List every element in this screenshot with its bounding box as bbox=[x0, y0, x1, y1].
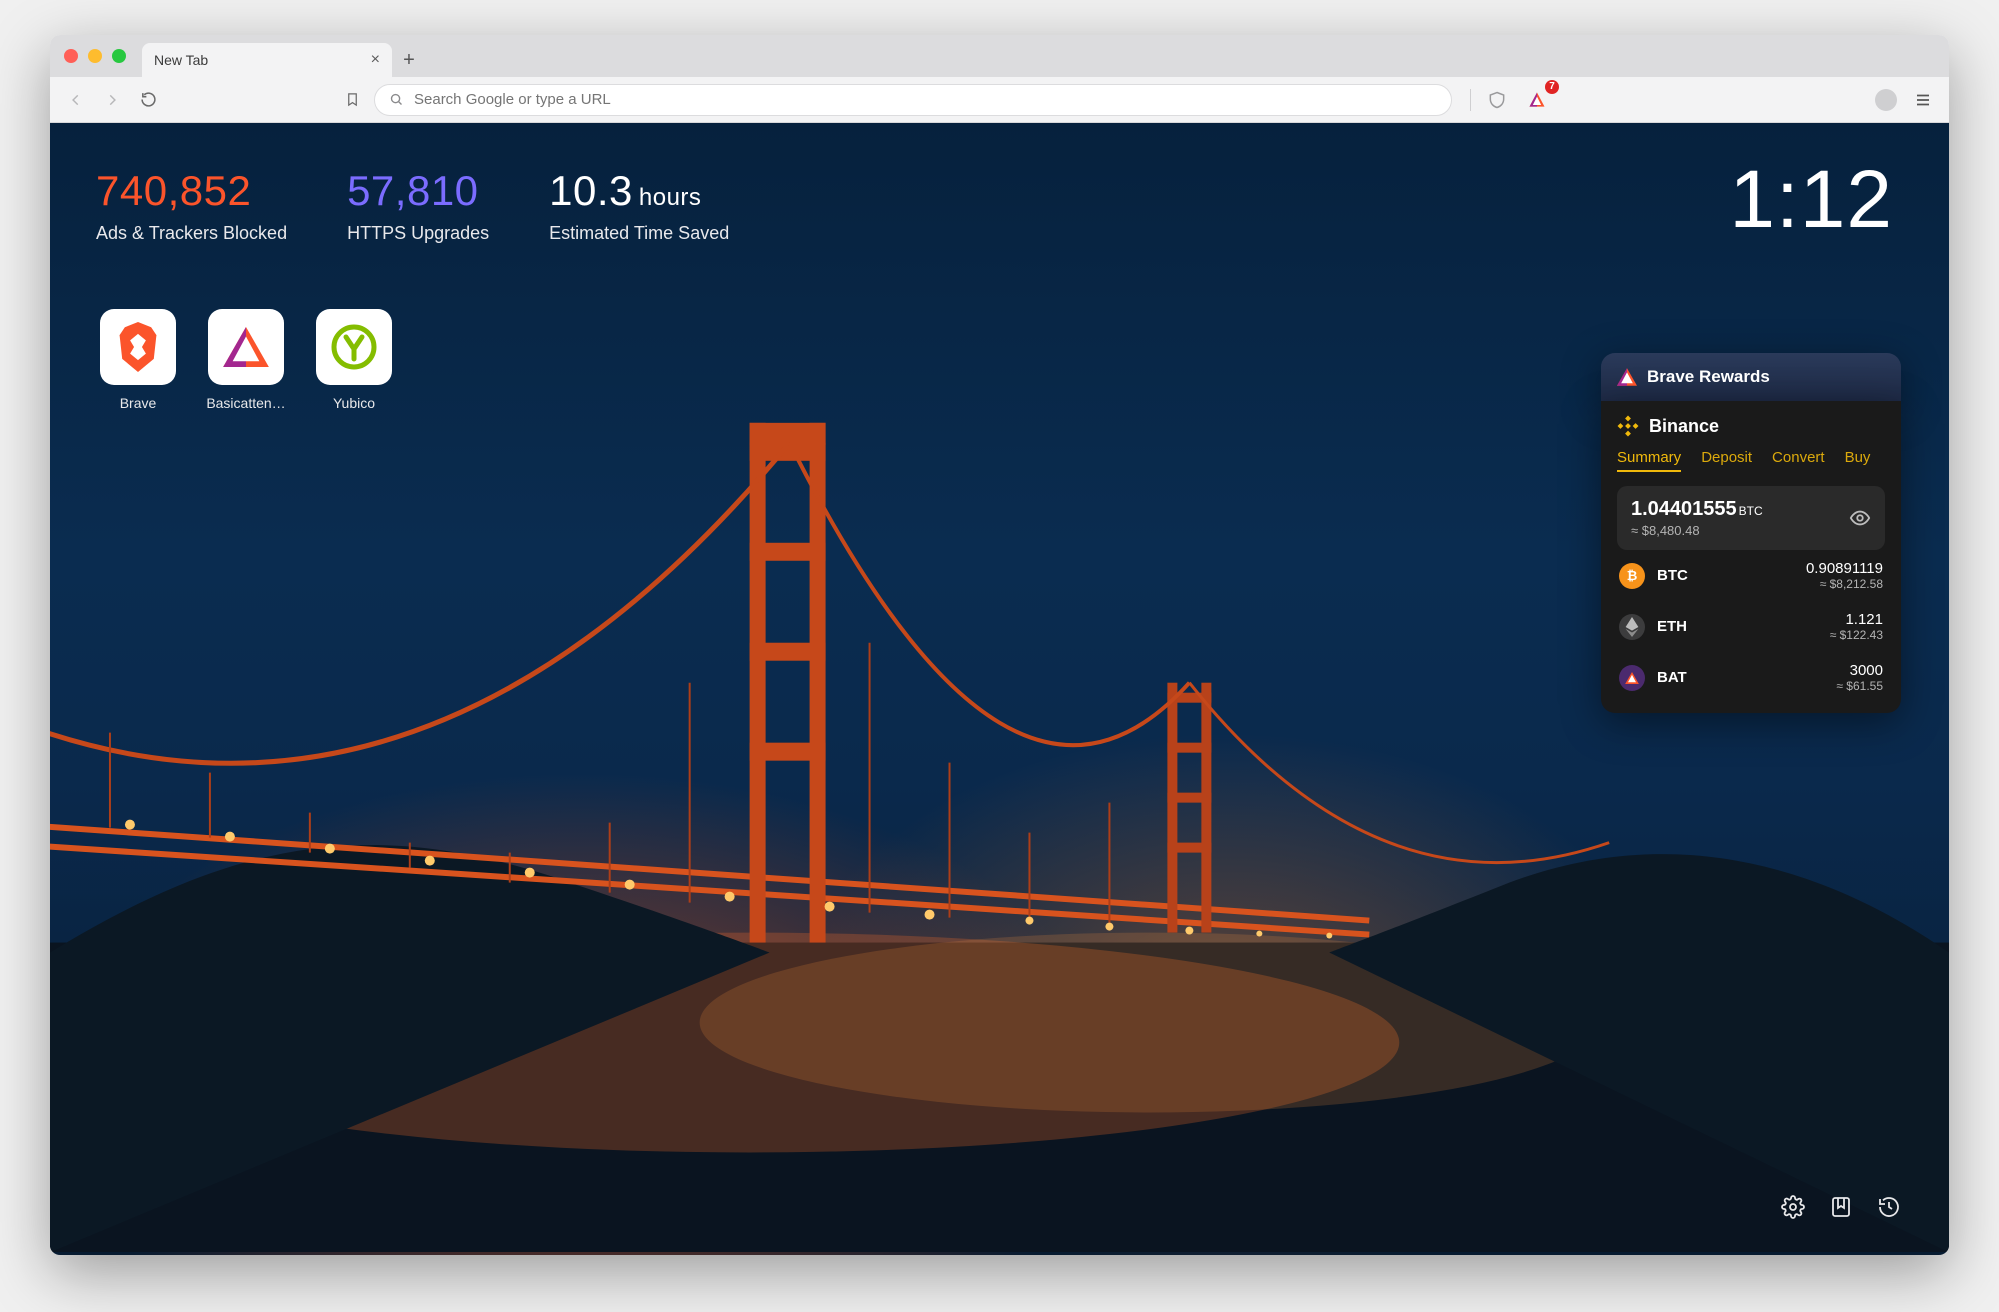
asset-symbol: BAT bbox=[1657, 669, 1687, 686]
brave-icon bbox=[100, 309, 176, 385]
tab-strip: New Tab × + bbox=[50, 35, 1949, 77]
binance-header: Binance bbox=[1617, 415, 1885, 437]
binance-card: Binance Summary Deposit Convert Buy 1.04… bbox=[1601, 401, 1901, 713]
eth-icon bbox=[1619, 614, 1645, 640]
history-icon[interactable] bbox=[1875, 1193, 1903, 1221]
tab-close-icon[interactable]: × bbox=[371, 52, 380, 68]
asset-usd: ≈ $122.43 bbox=[1830, 628, 1883, 642]
nav-back-icon[interactable] bbox=[62, 86, 90, 114]
close-window-icon[interactable] bbox=[64, 49, 78, 63]
reload-icon[interactable] bbox=[134, 86, 162, 114]
stat-value: 57,810 bbox=[347, 169, 489, 213]
btc-icon: ₿ bbox=[1619, 563, 1645, 589]
asset-usd: ≈ $61.55 bbox=[1836, 679, 1883, 693]
tab-new-tab[interactable]: New Tab × bbox=[142, 43, 392, 77]
tab-convert[interactable]: Convert bbox=[1772, 449, 1825, 472]
shortcut-label: Yubico bbox=[333, 395, 375, 411]
tab-summary[interactable]: Summary bbox=[1617, 449, 1681, 472]
toolbar: 7 bbox=[50, 77, 1949, 123]
shortcut-label: Basicatten… bbox=[206, 395, 285, 411]
asset-row-eth[interactable]: ETH 1.121 ≈ $122.43 bbox=[1617, 601, 1885, 652]
address-input[interactable] bbox=[414, 91, 1437, 108]
bat-icon bbox=[1617, 368, 1637, 386]
stat-label: Ads & Trackers Blocked bbox=[96, 223, 287, 244]
bat-icon bbox=[1619, 665, 1645, 691]
toolbar-separator bbox=[1470, 89, 1471, 111]
stat-https-upgrades: 57,810 HTTPS Upgrades bbox=[347, 169, 489, 244]
shortcut-bat[interactable]: Basicatten… bbox=[204, 309, 288, 411]
asset-row-btc[interactable]: ₿ BTC 0.90891119 ≈ $8,212.58 bbox=[1617, 550, 1885, 601]
zoom-window-icon[interactable] bbox=[112, 49, 126, 63]
widgets-column: Brave Rewards Binance Summary Deposit Co… bbox=[1601, 353, 1901, 713]
stat-value: 10.3hours bbox=[549, 169, 729, 213]
nav-forward-icon[interactable] bbox=[98, 86, 126, 114]
clock: 1:12 bbox=[1729, 153, 1893, 247]
search-icon bbox=[389, 92, 404, 107]
rewards-title: Brave Rewards bbox=[1647, 367, 1770, 387]
profile-avatar-icon[interactable] bbox=[1875, 89, 1897, 111]
address-bar[interactable] bbox=[374, 84, 1452, 116]
total-btc: 1.04401555BTC bbox=[1631, 498, 1763, 521]
tab-title: New Tab bbox=[154, 52, 208, 68]
toggle-visibility-icon[interactable] bbox=[1849, 507, 1871, 529]
asset-amount: 0.90891119 bbox=[1806, 560, 1883, 577]
stats-row: 740,852 Ads & Trackers Blocked 57,810 HT… bbox=[96, 169, 729, 244]
bookmarks-icon[interactable] bbox=[1827, 1193, 1855, 1221]
rewards-badge: 7 bbox=[1545, 80, 1559, 94]
tab-deposit[interactable]: Deposit bbox=[1701, 449, 1752, 472]
stat-label: HTTPS Upgrades bbox=[347, 223, 489, 244]
asset-symbol: ETH bbox=[1657, 618, 1687, 635]
new-tab-page: 740,852 Ads & Trackers Blocked 57,810 HT… bbox=[50, 123, 1949, 1255]
settings-icon[interactable] bbox=[1779, 1193, 1807, 1221]
binance-tabs: Summary Deposit Convert Buy bbox=[1617, 449, 1885, 472]
shields-icon[interactable] bbox=[1483, 86, 1511, 114]
yubico-icon bbox=[316, 309, 392, 385]
binance-icon bbox=[1617, 415, 1639, 437]
minimize-window-icon[interactable] bbox=[88, 49, 102, 63]
total-usd: ≈ $8,480.48 bbox=[1631, 523, 1763, 538]
binance-total: 1.04401555BTC ≈ $8,480.48 bbox=[1617, 486, 1885, 550]
bookmark-icon[interactable] bbox=[338, 86, 366, 114]
stat-time-saved: 10.3hours Estimated Time Saved bbox=[549, 169, 729, 244]
stat-label: Estimated Time Saved bbox=[549, 223, 729, 244]
main-menu-icon[interactable] bbox=[1909, 86, 1937, 114]
top-sites: Brave Basicatten… Yubico bbox=[96, 309, 396, 411]
brave-rewards-card[interactable]: Brave Rewards bbox=[1601, 353, 1901, 401]
window-controls bbox=[64, 35, 142, 77]
asset-symbol: BTC bbox=[1657, 567, 1688, 584]
stat-value: 740,852 bbox=[96, 169, 287, 213]
new-tab-button[interactable]: + bbox=[392, 43, 426, 77]
bat-icon bbox=[208, 309, 284, 385]
shortcut-brave[interactable]: Brave bbox=[96, 309, 180, 411]
shortcut-label: Brave bbox=[120, 395, 157, 411]
asset-usd: ≈ $8,212.58 bbox=[1806, 577, 1883, 591]
asset-amount: 3000 bbox=[1836, 662, 1883, 679]
shortcut-yubico[interactable]: Yubico bbox=[312, 309, 396, 411]
browser-window: New Tab × + bbox=[50, 35, 1949, 1255]
page-options bbox=[1779, 1193, 1903, 1221]
tab-buy[interactable]: Buy bbox=[1845, 449, 1871, 472]
stat-ads-blocked: 740,852 Ads & Trackers Blocked bbox=[96, 169, 287, 244]
binance-title: Binance bbox=[1649, 416, 1719, 437]
asset-amount: 1.121 bbox=[1830, 611, 1883, 628]
brave-rewards-icon[interactable]: 7 bbox=[1523, 86, 1551, 114]
asset-row-bat[interactable]: BAT 3000 ≈ $61.55 bbox=[1617, 652, 1885, 703]
